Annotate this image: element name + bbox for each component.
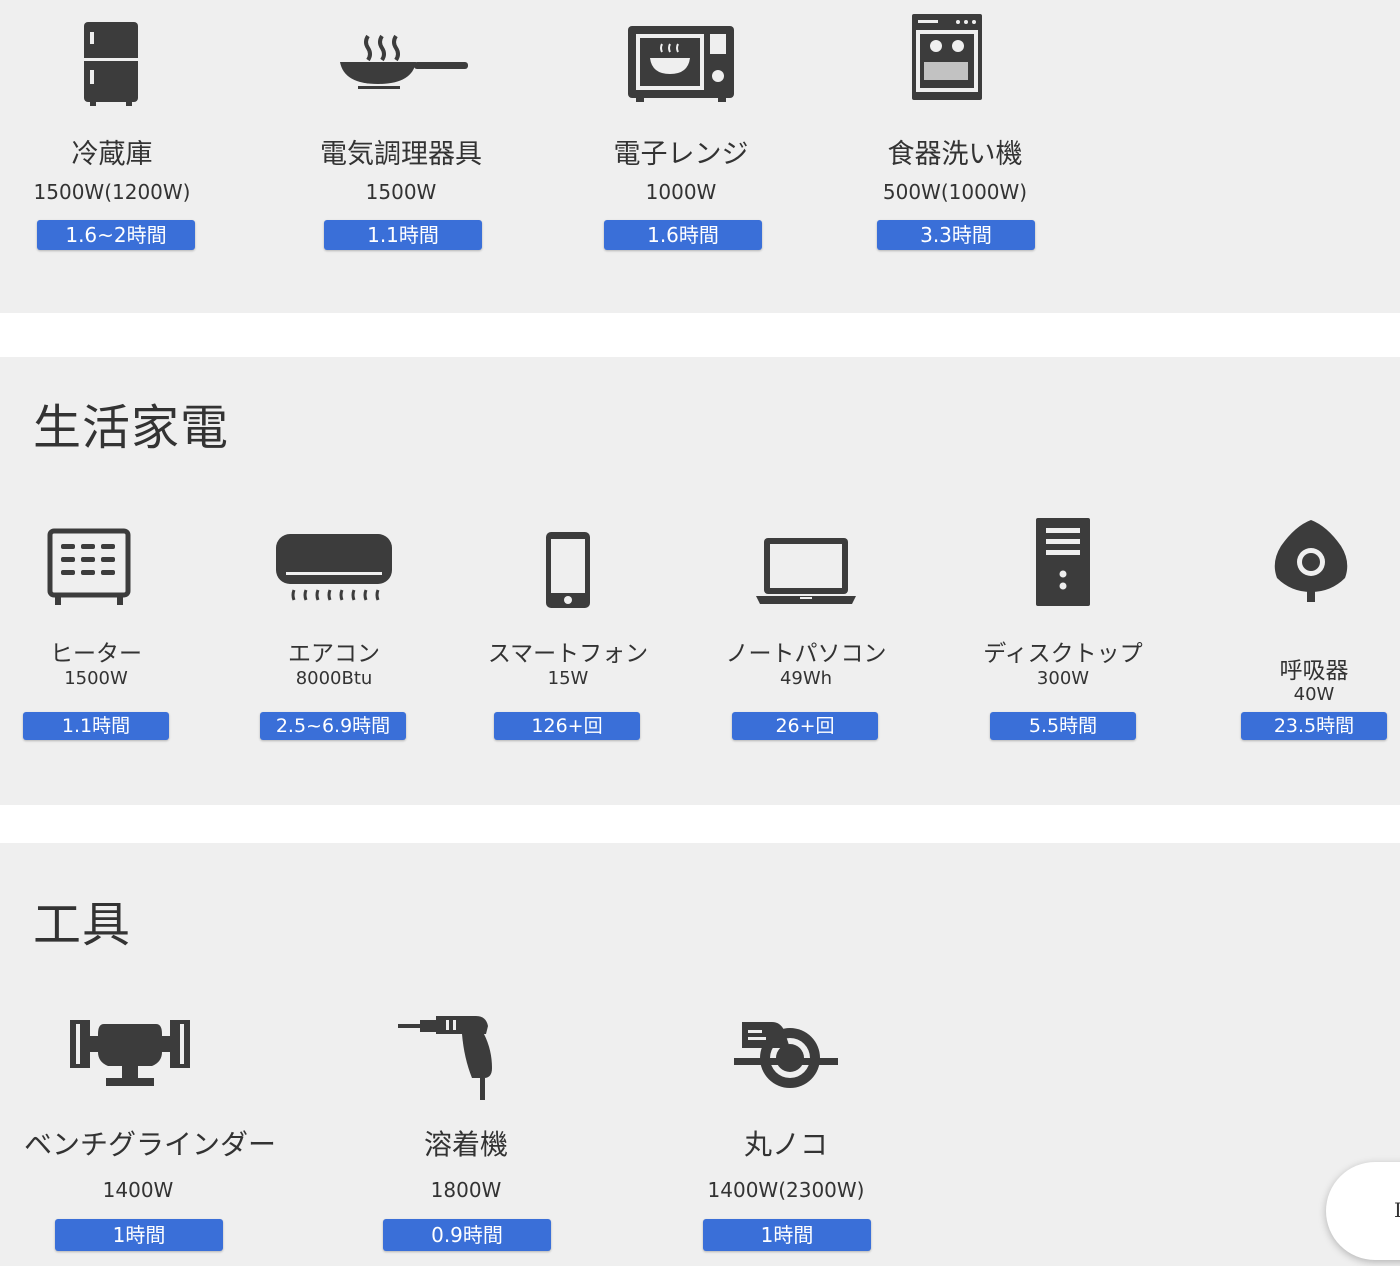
tool-wattage: 1400W(2300W) xyxy=(707,1178,865,1202)
appliance-respirator: 呼吸器 40W 23.5時間 xyxy=(1228,0,1400,760)
runtime-badge: 0.9時間 xyxy=(383,1219,551,1251)
bench-grinder-icon xyxy=(70,1020,190,1086)
dishwasher-icon xyxy=(912,14,982,100)
runtime-badge: 5.5時間 xyxy=(990,712,1136,740)
tool-name: ベンチグラインダー xyxy=(24,1128,277,1161)
appliance-name: ディスクトップ xyxy=(983,641,1143,667)
tool-circular-saw: 丸ノコ 1400W(2300W) 1時間 xyxy=(688,0,884,1260)
tool-name: 丸ノコ xyxy=(743,1128,828,1161)
bubble-text-fragment: I xyxy=(1394,1198,1400,1222)
welder-drill-icon xyxy=(398,1016,492,1100)
runtime-badge: 1時間 xyxy=(703,1219,871,1251)
desktop-tower-icon xyxy=(1036,518,1090,606)
appliance-name: 呼吸器 xyxy=(1279,658,1349,684)
tool-name: 溶着機 xyxy=(423,1128,508,1161)
tool-welding-machine: 溶着機 1800W 0.9時間 xyxy=(368,0,564,1260)
appliance-desktop: ディスクトップ 300W 5.5時間 xyxy=(977,0,1149,760)
tool-wattage: 1800W xyxy=(430,1178,502,1202)
tool-bench-grinder: ベンチグラインダー 1400W 1時間 xyxy=(24,0,277,1260)
circular-saw-icon xyxy=(734,1022,838,1088)
appliance-wattage: 40W xyxy=(1293,684,1335,705)
runtime-badge: 23.5時間 xyxy=(1241,712,1387,740)
respirator-icon xyxy=(1274,520,1348,602)
appliance-wattage: 300W xyxy=(1036,668,1090,689)
tool-wattage: 1400W xyxy=(102,1178,174,1202)
runtime-badge: 1時間 xyxy=(55,1219,223,1251)
